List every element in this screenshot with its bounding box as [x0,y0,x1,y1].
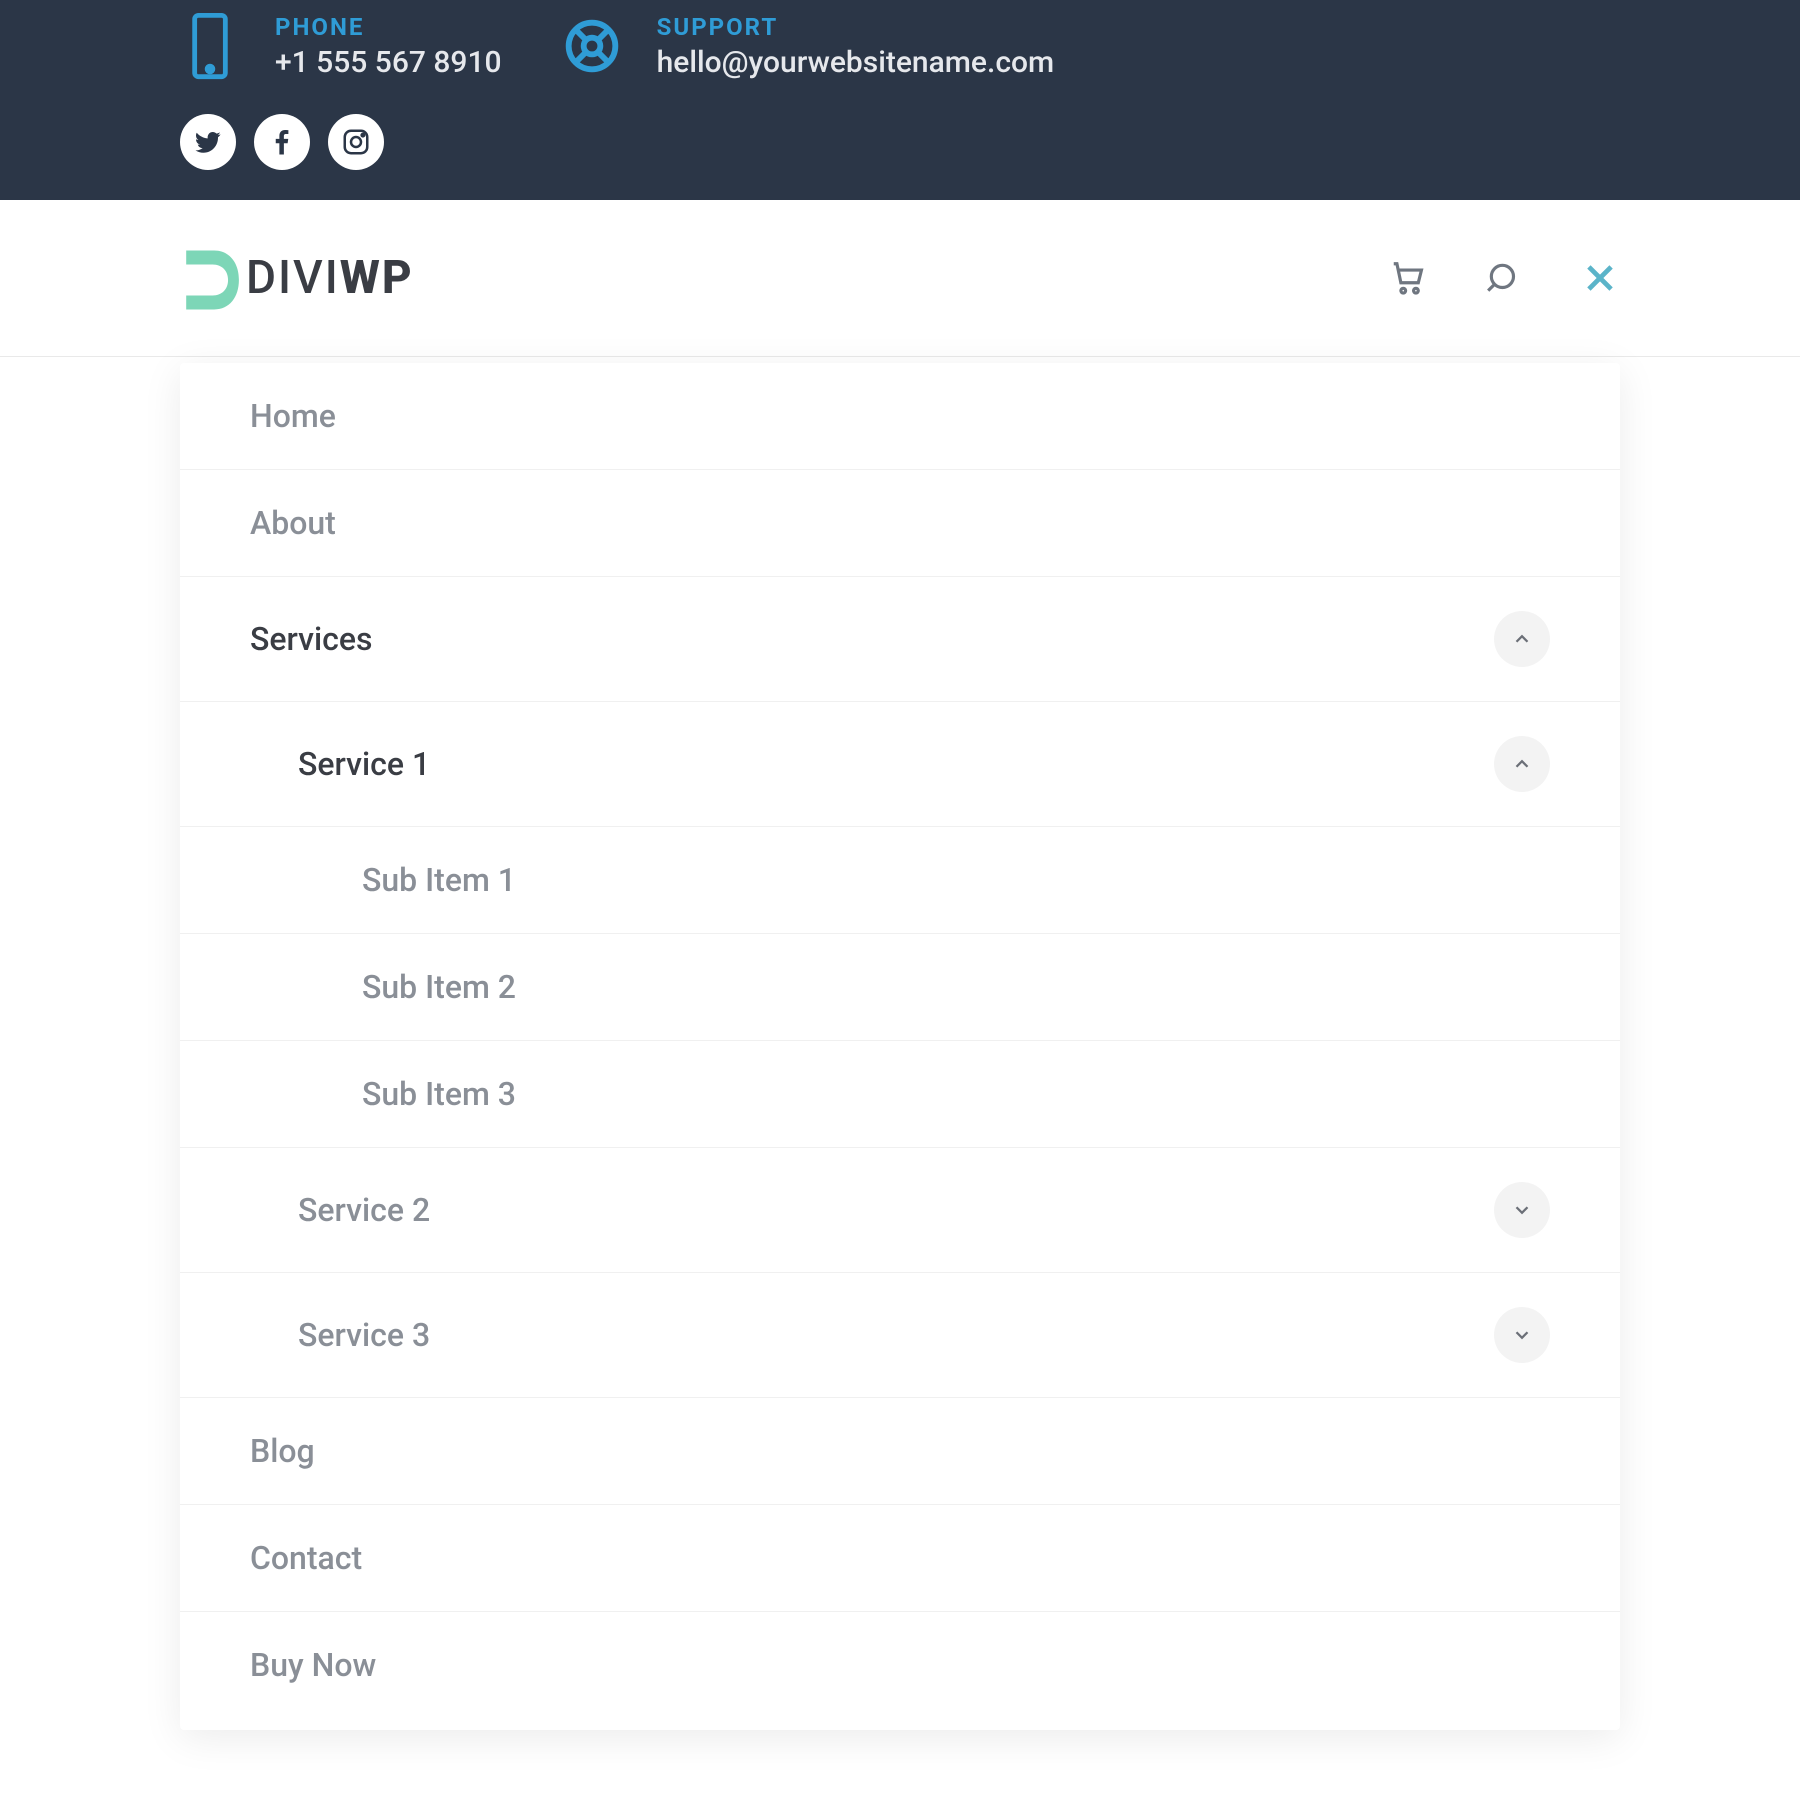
cart-icon[interactable] [1388,258,1428,298]
menu-item-label: Services [250,620,372,658]
menu-item-label: Service 1 [298,745,430,783]
menu-item-label: Sub Item 2 [362,968,516,1006]
menu-item-label: Sub Item 3 [362,1075,516,1113]
phone-value[interactable]: +1 555 567 8910 [275,45,502,80]
menu-item-label: Service 2 [298,1191,430,1229]
menu-item-label: Sub Item 1 [362,861,516,899]
chevron-down-icon[interactable] [1494,1182,1550,1238]
menu-item-label: Home [250,397,336,435]
menu-item-buy-now[interactable]: Buy Now [180,1612,1620,1730]
phone-label: PHONE [275,13,502,41]
twitter-icon[interactable] [180,114,236,170]
facebook-icon[interactable] [254,114,310,170]
search-icon[interactable] [1484,258,1524,298]
logo-text-a: DIVI [246,251,340,305]
instagram-icon[interactable] [328,114,384,170]
support-icon [562,6,622,86]
menu-item-sub-1[interactable]: Sub Item 1 [180,827,1620,934]
menu-item-services[interactable]: Services [180,577,1620,702]
menu-item-about[interactable]: About [180,470,1620,577]
support-value[interactable]: hello@yourwebsitename.com [657,45,1055,80]
menu-item-blog[interactable]: Blog [180,1398,1620,1505]
menu-item-label: About [250,504,336,542]
chevron-down-icon[interactable] [1494,1307,1550,1363]
menu-item-label: Buy Now [250,1646,376,1684]
logo-text-b: WP [340,251,414,305]
headerbar: DIVIWP [0,200,1800,357]
menu-item-service-1[interactable]: Service 1 [180,702,1620,827]
chevron-up-icon[interactable] [1494,736,1550,792]
menu-item-sub-2[interactable]: Sub Item 2 [180,934,1620,1041]
menu-panel: Home About Services Service 1 [180,363,1620,1730]
menu-item-label: Blog [250,1432,315,1470]
menu-item-home[interactable]: Home [180,363,1620,470]
logo[interactable]: DIVIWP [180,244,414,312]
menu-item-service-3[interactable]: Service 3 [180,1273,1620,1398]
phone-icon [180,6,240,86]
logo-mark-icon [180,244,240,312]
phone-block: PHONE +1 555 567 8910 [180,0,502,86]
menu-item-label: Service 3 [298,1316,430,1354]
menu-item-sub-3[interactable]: Sub Item 3 [180,1041,1620,1148]
support-label: SUPPORT [657,13,1055,41]
menu-item-label: Contact [250,1539,362,1577]
close-icon[interactable] [1580,258,1620,298]
chevron-up-icon[interactable] [1494,611,1550,667]
social-row [0,86,1800,170]
logo-text: DIVIWP [246,251,414,305]
support-block: SUPPORT hello@yourwebsitename.com [562,0,1055,86]
menu-item-contact[interactable]: Contact [180,1505,1620,1612]
topbar: PHONE +1 555 567 8910 [0,0,1800,200]
menu-item-service-2[interactable]: Service 2 [180,1148,1620,1273]
